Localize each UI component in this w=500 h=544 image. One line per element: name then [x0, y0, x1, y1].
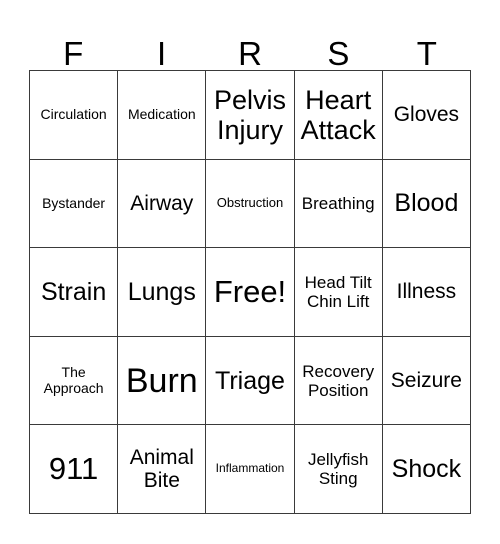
bingo-cell-r5-c4[interactable]: Jellyfish Sting: [294, 425, 383, 514]
bingo-cell-r1-c1[interactable]: Circulation: [30, 71, 119, 160]
bingo-cell-label: Gloves: [393, 103, 460, 127]
bingo-cell-label: The Approach: [43, 363, 104, 396]
bingo-cell-label: Lungs: [127, 277, 196, 306]
bingo-cell-label: Animal Bite: [129, 445, 194, 493]
bingo-cell-r1-c5[interactable]: Gloves: [382, 71, 471, 160]
bingo-cell-label: Medication: [127, 105, 196, 122]
bingo-cell-r2-c3[interactable]: Obstruction: [206, 159, 295, 249]
bingo-cell-label: Head Tilt Chin Lift: [304, 272, 372, 311]
bingo-cell-label: Shock: [391, 455, 462, 484]
bingo-cell-r3-c1[interactable]: Strain: [30, 248, 119, 337]
bingo-cell-label: Blood: [394, 189, 459, 218]
bingo-cell-label: Airway: [130, 191, 194, 215]
bingo-cell-label: Recovery Position: [302, 361, 375, 400]
bingo-card: F I R S T Circulation Medication Pelvis Injury…: [0, 0, 500, 544]
bingo-grid: Circulation Medication Pelvis Injury Heart …: [29, 70, 471, 514]
bingo-cell-r3-c2[interactable]: Lungs: [118, 248, 207, 337]
bingo-cell-r3-c5[interactable]: Illness: [382, 248, 471, 337]
bingo-cell-label: Obstruction: [216, 195, 284, 211]
bingo-cell-label: Triage: [215, 366, 285, 395]
bingo-cell-r1-c4[interactable]: Heart Attack: [294, 71, 383, 160]
bingo-cell-label: Bystander: [42, 194, 106, 211]
bingo-cell-r3-c4[interactable]: Head Tilt Chin Lift: [294, 248, 383, 337]
bingo-cell-label: Breathing: [301, 193, 375, 213]
bingo-cell-r5-c2[interactable]: Animal Bite: [118, 425, 207, 514]
bingo-cell-r5-c5[interactable]: Shock: [382, 425, 471, 514]
bingo-cell-r5-c1[interactable]: 911: [30, 425, 119, 514]
bingo-cell-r1-c3[interactable]: Pelvis Injury: [206, 71, 295, 160]
bingo-cell-label: Burn: [125, 361, 198, 400]
bingo-cell-label: Jellyfish Sting: [307, 450, 369, 489]
bingo-cell-label: Illness: [396, 280, 457, 304]
bingo-cell-r4-c5[interactable]: Seizure: [382, 336, 471, 426]
bingo-cell-r4-c4[interactable]: Recovery Position: [294, 336, 383, 426]
bingo-cell-r1-c2[interactable]: Medication: [118, 71, 207, 160]
bingo-header-letter-1: F: [63, 35, 84, 72]
bingo-cell-label: 911: [48, 450, 99, 486]
bingo-header-letter-5: T: [416, 35, 437, 72]
bingo-cell-r2-c5[interactable]: Blood: [382, 159, 471, 249]
bingo-cell-label: Inflammation: [215, 461, 285, 476]
bingo-header-letter-4: S: [327, 35, 350, 72]
bingo-cell-label: Strain: [40, 277, 107, 306]
bingo-cell-r2-c4[interactable]: Breathing: [294, 159, 383, 249]
bingo-cell-label: Seizure: [390, 368, 462, 392]
bingo-cell-label: Free!: [213, 273, 287, 309]
bingo-header-letter-3: R: [238, 35, 262, 72]
bingo-cell-r4-c3[interactable]: Triage: [206, 336, 295, 426]
bingo-cell-r4-c2[interactable]: Burn: [118, 336, 207, 426]
bingo-cell-r4-c1[interactable]: The Approach: [30, 336, 119, 426]
bingo-header-letter-2: I: [157, 35, 167, 72]
bingo-header-letters: FIRST: [29, 18, 471, 70]
bingo-cell-r5-c3[interactable]: Inflammation: [206, 425, 295, 514]
bingo-cell-label: Circulation: [40, 105, 107, 122]
bingo-cell-label: Heart Attack: [300, 84, 376, 145]
bingo-cell-label: Pelvis Injury: [213, 84, 286, 145]
bingo-free-space[interactable]: Free!: [206, 248, 295, 337]
bingo-cell-r2-c1[interactable]: Bystander: [30, 159, 119, 249]
bingo-cell-r2-c2[interactable]: Airway: [118, 159, 207, 249]
